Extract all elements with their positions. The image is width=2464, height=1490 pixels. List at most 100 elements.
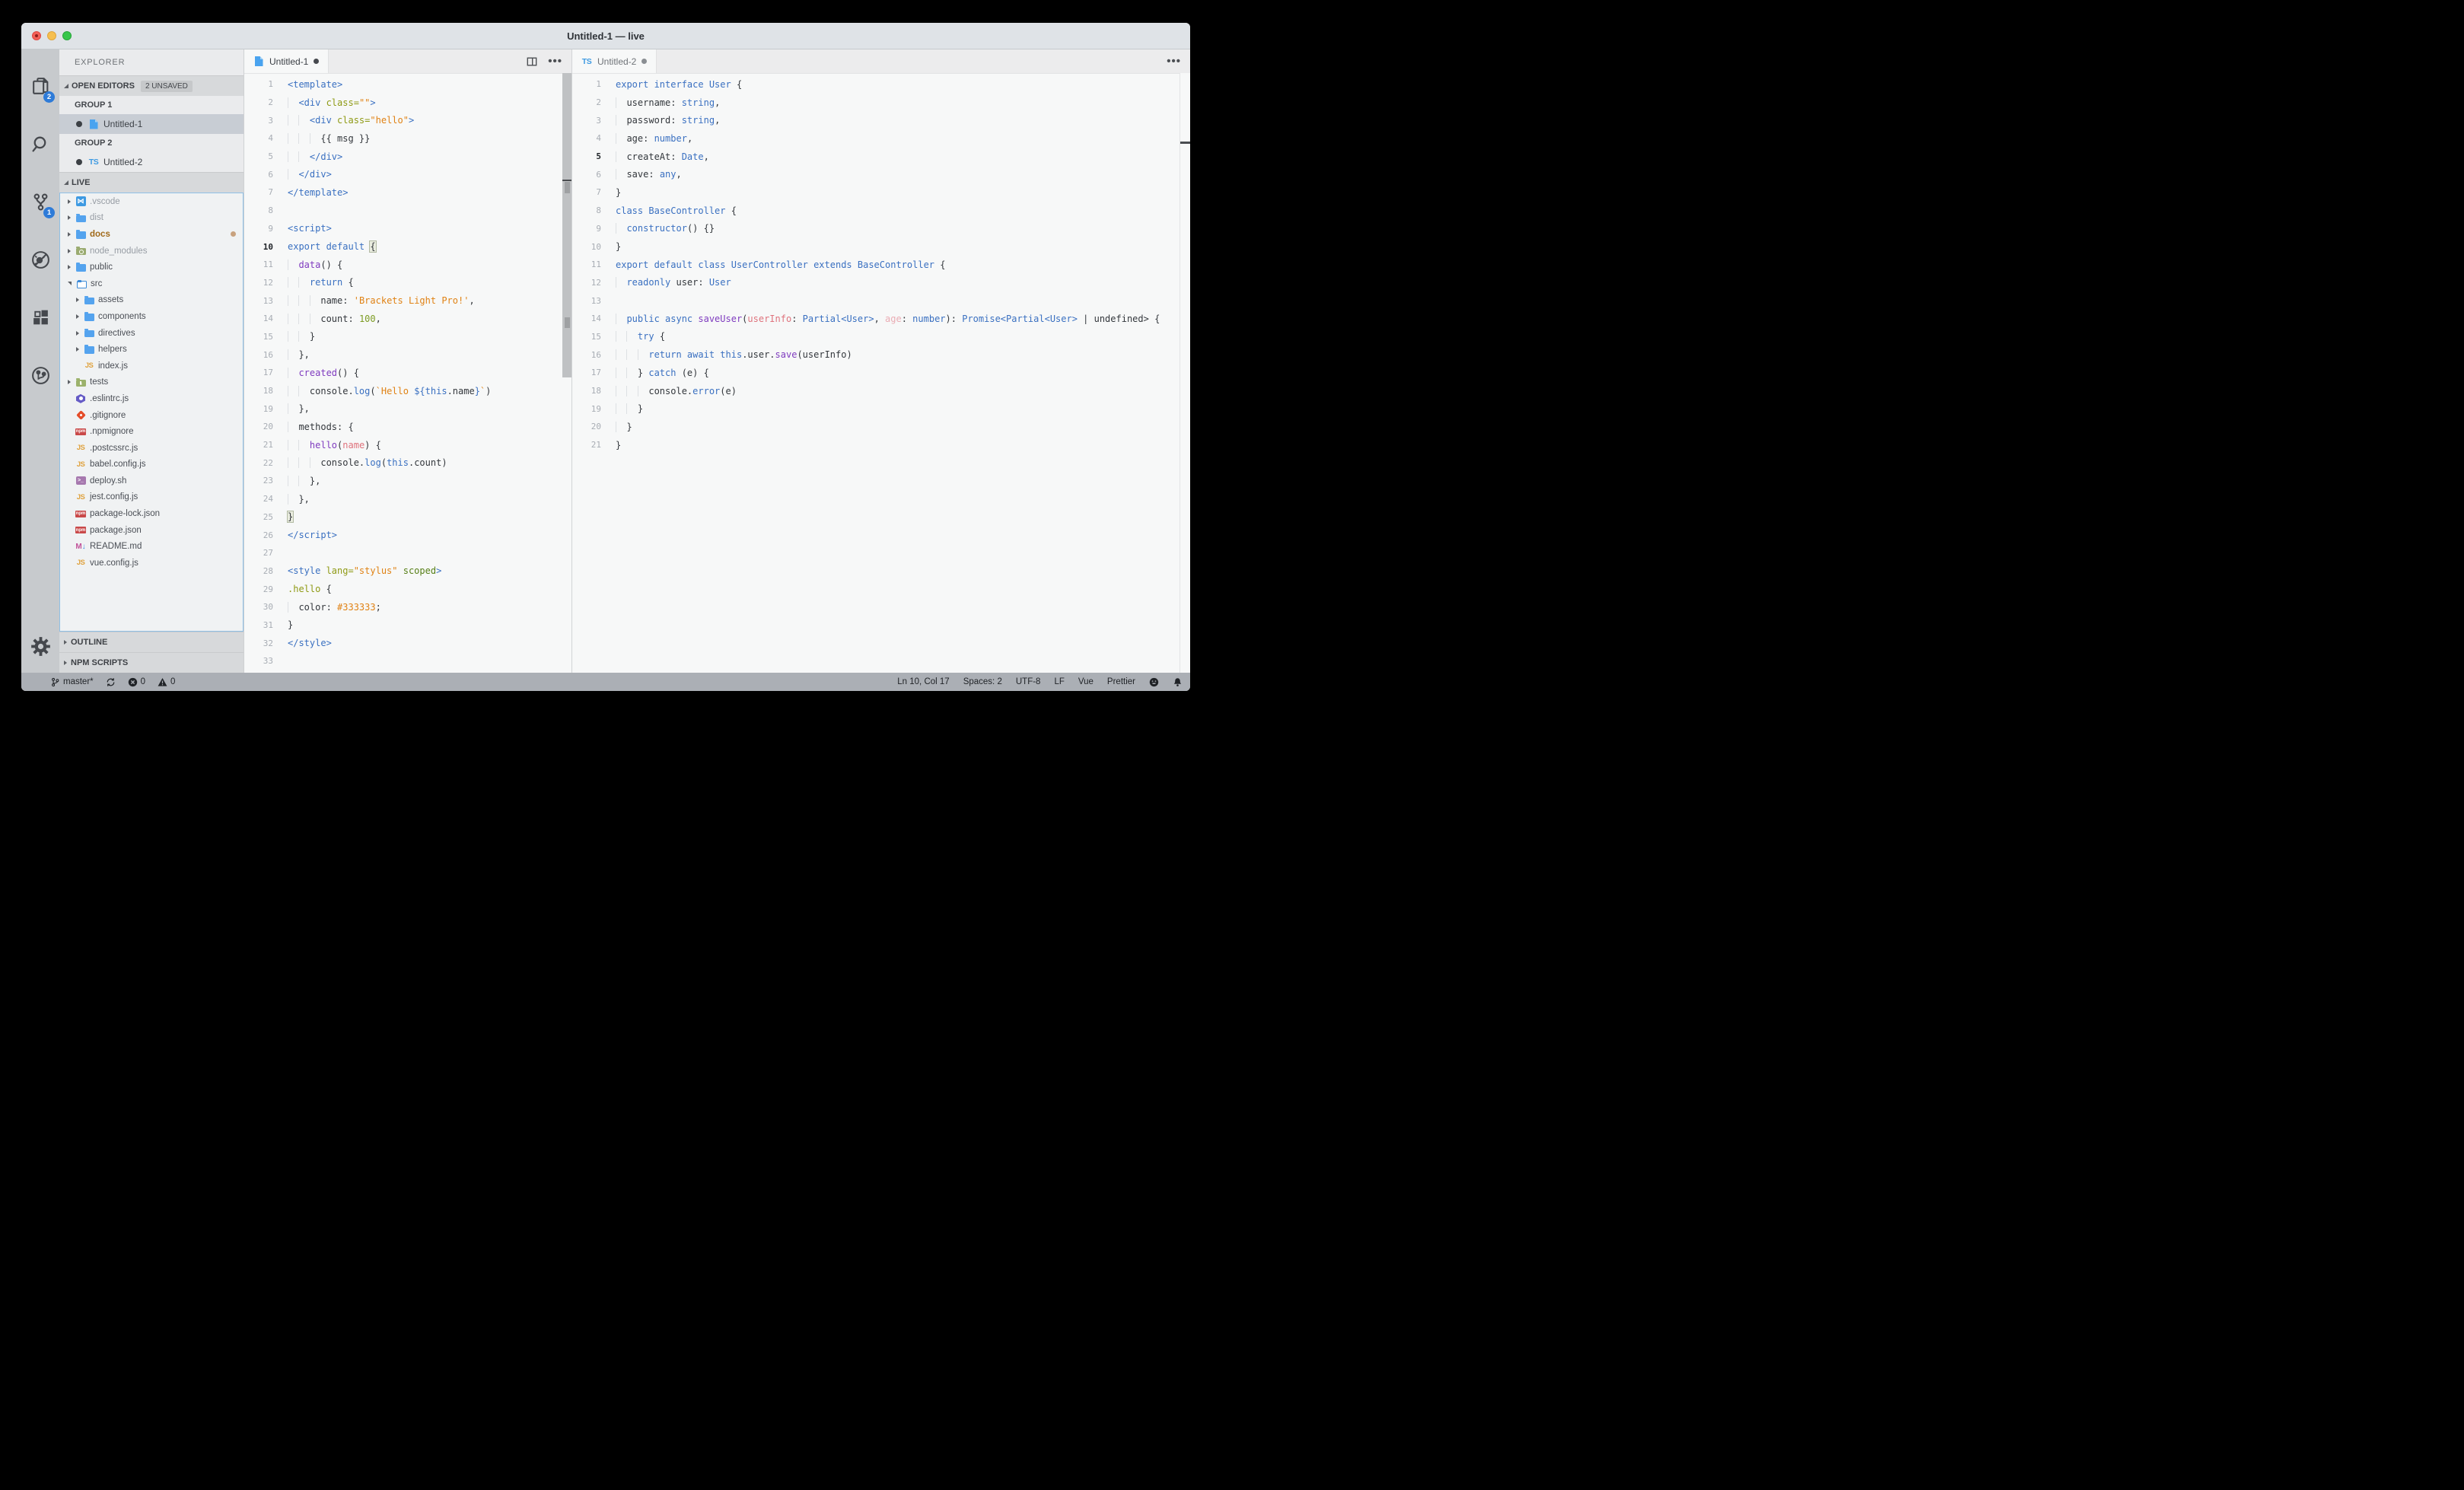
tree-item-docs[interactable]: docs	[60, 226, 243, 243]
tree-item-deploy-sh[interactable]: >_deploy.sh	[60, 473, 243, 489]
status-item-lf[interactable]: LF	[1054, 677, 1064, 686]
status-item-vue[interactable]: Vue	[1078, 677, 1094, 686]
smiley-icon[interactable]	[1149, 677, 1159, 687]
code-line[interactable]: 12 readonly user: User	[572, 274, 1190, 292]
more-actions-icon[interactable]: •••	[1167, 58, 1181, 65]
activity-item-files[interactable]: 2	[21, 57, 59, 115]
code-line[interactable]: 18 console.log(`Hello ${this.name}`)	[244, 382, 571, 400]
split-editor-icon[interactable]	[527, 56, 537, 67]
code-line[interactable]: 32</style>	[244, 634, 571, 652]
code-line[interactable]: 7</template>	[244, 183, 571, 202]
open-editor-item-untitled-2[interactable]: TSUntitled-2	[59, 152, 244, 172]
tab-untitled-2[interactable]: TSUntitled-2	[572, 49, 657, 73]
code-line[interactable]: 11 data() {	[244, 256, 571, 274]
code-line[interactable]: 6 save: any,	[572, 165, 1190, 183]
code-line[interactable]: 30 color: #333333;	[244, 598, 571, 616]
code-line[interactable]: 8	[244, 202, 571, 220]
code-line[interactable]: 29.hello {	[244, 580, 571, 598]
status-item-utf-8[interactable]: UTF-8	[1016, 677, 1041, 686]
tree-item-readme-md[interactable]: M↓README.md	[60, 538, 243, 555]
code-line[interactable]: 11export default class UserController ex…	[572, 256, 1190, 274]
code-line[interactable]: 17 } catch (e) {	[572, 364, 1190, 382]
tree-item-public[interactable]: public	[60, 259, 243, 275]
code-line[interactable]: 21}	[572, 436, 1190, 454]
code-line[interactable]: 19 }	[572, 400, 1190, 418]
code-line[interactable]: 13 name: 'Brackets Light Pro!',	[244, 291, 571, 310]
code-line[interactable]: 13	[572, 291, 1190, 310]
code-line[interactable]: 20 }	[572, 418, 1190, 436]
tree-item-helpers[interactable]: helpers	[60, 341, 243, 358]
open-editor-item-untitled-1[interactable]: Untitled-1	[59, 114, 244, 134]
status-item-sync[interactable]	[106, 677, 116, 687]
code-editor-untitled-2[interactable]: 1export interface User {2 username: stri…	[572, 74, 1190, 673]
code-line[interactable]: 9 constructor() {}	[572, 220, 1190, 238]
tree-item-jest-config-js[interactable]: JSjest.config.js	[60, 489, 243, 506]
code-line[interactable]: 14 count: 100,	[244, 310, 571, 328]
dirty-indicator[interactable]	[314, 59, 319, 64]
tab-untitled-1[interactable]: Untitled-1	[244, 49, 329, 73]
tree-item-vue-config-js[interactable]: JSvue.config.js	[60, 555, 243, 571]
tree-item-assets[interactable]: assets	[60, 292, 243, 309]
tree-item-directives[interactable]: directives	[60, 325, 243, 342]
code-editor-untitled-1[interactable]: 1<template>2 <div class="">3 <div class=…	[244, 74, 571, 673]
activity-item-source-control[interactable]: 1	[21, 173, 59, 231]
dirty-indicator[interactable]	[76, 121, 82, 127]
code-line[interactable]: 28<style lang="stylus" scoped>	[244, 562, 571, 581]
live-section-header[interactable]: LIVE	[59, 172, 244, 193]
status-item-warning[interactable]: 0	[158, 677, 175, 687]
code-line[interactable]: 1export interface User {	[572, 75, 1190, 94]
code-line[interactable]: 16 return await this.user.save(userInfo)	[572, 345, 1190, 364]
close-window-button[interactable]	[32, 31, 41, 40]
maximize-window-button[interactable]	[62, 31, 72, 40]
code-line[interactable]: 24 },	[244, 490, 571, 508]
status-item-error[interactable]: 0	[128, 677, 145, 687]
code-line[interactable]: 8class BaseController {	[572, 202, 1190, 220]
tree-item-babel-config-js[interactable]: JSbabel.config.js	[60, 457, 243, 473]
code-line[interactable]: 10}	[572, 237, 1190, 256]
code-line[interactable]: 12 return {	[244, 274, 571, 292]
editor-1-scrollbar[interactable]	[562, 73, 571, 673]
code-line[interactable]: 14 public async saveUser(userInfo: Parti…	[572, 310, 1190, 328]
activity-item-search[interactable]	[21, 115, 59, 173]
settings-gear-icon[interactable]	[21, 627, 59, 665]
code-line[interactable]: 23 },	[244, 472, 571, 490]
tree-item-components[interactable]: components	[60, 308, 243, 325]
code-line[interactable]: 31}	[244, 616, 571, 635]
tree-item-src[interactable]: src	[60, 275, 243, 292]
dirty-indicator[interactable]	[76, 159, 82, 165]
status-item-spaces-2[interactable]: Spaces: 2	[963, 677, 1002, 686]
code-line[interactable]: 25}	[244, 508, 571, 527]
code-line[interactable]: 1<template>	[244, 75, 571, 94]
minimize-window-button[interactable]	[47, 31, 56, 40]
activity-item-extensions[interactable]	[21, 288, 59, 346]
code-line[interactable]: 16 },	[244, 345, 571, 364]
code-line[interactable]: 21 hello(name) {	[244, 436, 571, 454]
editor-2-overview-ruler[interactable]	[1179, 73, 1190, 673]
code-line[interactable]: 15 try {	[572, 328, 1190, 346]
code-line[interactable]: 2 <div class="">	[244, 94, 571, 112]
outline-section-header[interactable]: OUTLINE	[59, 632, 244, 652]
tree-item-dist[interactable]: dist	[60, 210, 243, 227]
status-item-ln-10-col-17[interactable]: Ln 10, Col 17	[897, 677, 949, 686]
tree-item--postcssrc-js[interactable]: JS.postcssrc.js	[60, 440, 243, 457]
code-line[interactable]: 3 password: string,	[572, 111, 1190, 129]
code-line[interactable]: 22 console.log(this.count)	[244, 454, 571, 472]
scrollbar-thumb[interactable]	[562, 73, 571, 377]
code-line[interactable]: 5 </div>	[244, 148, 571, 166]
code-line[interactable]: 2 username: string,	[572, 94, 1190, 112]
code-line[interactable]: 4 {{ msg }}	[244, 129, 571, 148]
code-line[interactable]: 5 createAt: Date,	[572, 148, 1190, 166]
code-line[interactable]: 18 console.error(e)	[572, 382, 1190, 400]
code-line[interactable]: 26</script>	[244, 526, 571, 544]
tree-item-index-js[interactable]: JSindex.js	[60, 358, 243, 374]
tree-item--gitignore[interactable]: .gitignore	[60, 407, 243, 424]
code-line[interactable]: 6 </div>	[244, 165, 571, 183]
open-editors-header[interactable]: OPEN EDITORS 2 UNSAVED	[59, 75, 244, 96]
activity-item-debug-disabled[interactable]	[21, 231, 59, 288]
code-line[interactable]: 9<script>	[244, 220, 571, 238]
npm-scripts-section-header[interactable]: NPM SCRIPTS	[59, 652, 244, 673]
tree-item--vscode[interactable]: ⋈.vscode	[60, 193, 243, 210]
bell-icon[interactable]	[1173, 677, 1183, 687]
tree-item--npmignore[interactable]: npm.npmignore	[60, 423, 243, 440]
tree-item-package-lock-json[interactable]: npmpackage-lock.json	[60, 505, 243, 522]
